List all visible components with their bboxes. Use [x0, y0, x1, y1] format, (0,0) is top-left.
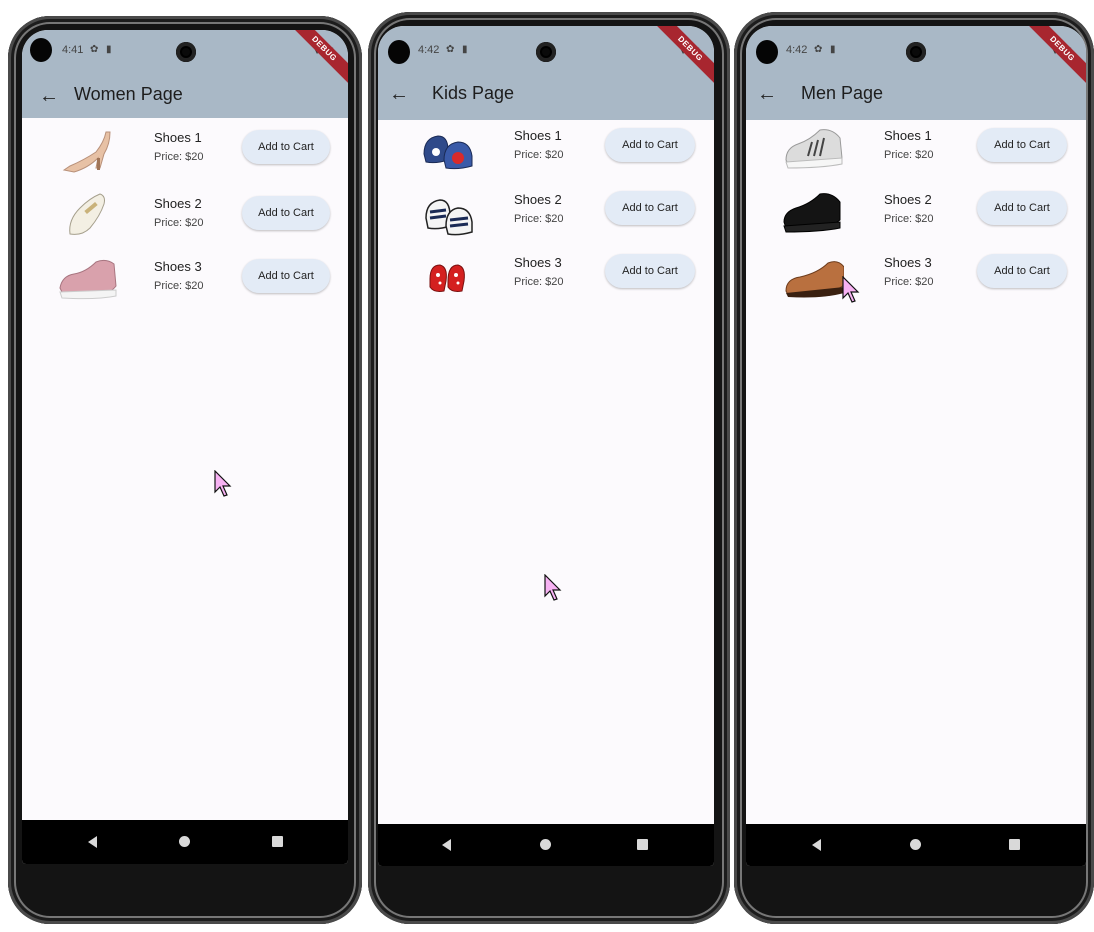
list-item: Shoes 1 Price: $20 Add to Cart — [22, 126, 348, 186]
heel-shoe-icon — [62, 131, 111, 173]
back-arrow-icon[interactable]: ← — [36, 84, 62, 108]
nav-recents-icon[interactable] — [1009, 839, 1020, 850]
list-item: Shoes 1 Price: $20 Add to Cart — [378, 124, 714, 184]
front-camera-hole — [30, 38, 52, 62]
list-item: Shoes 2 Price: $20 Add to Cart — [22, 190, 348, 250]
product-price: Price: $20 — [884, 149, 934, 161]
product-name: Shoes 2 — [884, 192, 932, 207]
add-to-cart-button[interactable]: Add to Cart — [605, 128, 695, 162]
status-bar: 4:41 ✿ ▮ ▼ ▮ DEBUG — [22, 30, 348, 90]
camera-icon — [536, 42, 556, 62]
nav-recents-icon[interactable] — [637, 839, 648, 850]
nav-recents-icon[interactable] — [272, 836, 283, 847]
list-item: Shoes 3 Price: $20 Add to Cart — [378, 251, 714, 311]
product-price: Price: $20 — [514, 149, 564, 161]
product-name: Shoes 3 — [884, 255, 932, 270]
add-to-cart-button[interactable]: Add to Cart — [605, 254, 695, 288]
phone-women: 4:41 ✿ ▮ ▼ ▮ DEBUG ← Women Page Shoes 1 … — [8, 16, 362, 924]
system-nav-bar — [378, 824, 714, 866]
status-time: 4:41 — [62, 44, 84, 56]
red-baby-shoe-icon — [429, 264, 465, 292]
nav-back-icon[interactable] — [812, 839, 821, 851]
list-item: Shoes 3 Price: $20 Add to Cart — [22, 254, 348, 314]
status-time: 4:42 — [786, 44, 808, 56]
add-to-cart-button[interactable]: Add to Cart — [977, 191, 1067, 225]
baby-shoe-icon — [423, 135, 473, 170]
list-item: Shoes 2 Price: $20 Add to Cart — [378, 188, 714, 248]
list-item: Shoes 3 Price: $20 Add to Cart — [746, 251, 1086, 311]
app-bar: 4:41 ✿ ▮ ▼ ▮ DEBUG ← Women Page — [22, 30, 348, 118]
product-price: Price: $20 — [884, 213, 934, 225]
product-price: Price: $20 — [154, 280, 204, 292]
product-name: Shoes 1 — [884, 128, 932, 143]
grey-sneaker-icon — [785, 129, 843, 169]
product-name: Shoes 2 — [514, 192, 562, 207]
baby-sneaker-icon — [425, 199, 473, 236]
status-bar: 4:42 ✿ ▮ ▼ ▮ DEBUG — [378, 26, 714, 90]
add-to-cart-button[interactable]: Add to Cart — [242, 196, 330, 230]
product-name: Shoes 1 — [154, 130, 202, 145]
system-nav-bar — [746, 824, 1086, 866]
add-to-cart-button[interactable]: Add to Cart — [977, 254, 1067, 288]
status-time: 4:42 — [418, 44, 440, 56]
back-arrow-icon[interactable]: ← — [386, 82, 412, 106]
front-camera-hole — [388, 40, 410, 64]
page-title: Women Page — [74, 84, 183, 104]
list-item: Shoes 1 Price: $20 Add to Cart — [746, 124, 1086, 184]
debug-banner: DEBUG — [283, 30, 348, 90]
front-camera-hole — [756, 40, 778, 64]
brown-formal-shoe-icon — [785, 261, 844, 298]
mouse-cursor-icon — [842, 276, 860, 303]
debug-banner: DEBUG — [1021, 26, 1086, 90]
product-name: Shoes 3 — [154, 259, 202, 274]
add-to-cart-button[interactable]: Add to Cart — [977, 128, 1067, 162]
list-item: Shoes 2 Price: $20 Add to Cart — [746, 188, 1086, 248]
add-to-cart-button[interactable]: Add to Cart — [242, 130, 330, 164]
sim-status-icon: ▮ — [830, 44, 836, 55]
nav-back-icon[interactable] — [88, 836, 97, 848]
back-arrow-icon[interactable]: ← — [754, 82, 780, 106]
product-price: Price: $20 — [514, 276, 564, 288]
nav-back-icon[interactable] — [442, 839, 451, 851]
settings-status-icon: ✿ — [90, 44, 99, 55]
page-title: Men Page — [801, 83, 884, 103]
add-to-cart-button[interactable]: Add to Cart — [605, 191, 695, 225]
product-name: Shoes 1 — [514, 128, 562, 143]
camera-icon — [906, 42, 926, 62]
phone-men: 4:42 ✿ ▮ ▼ ▮ DEBUG ← Men Page Shoes 1 Pr… — [734, 12, 1094, 924]
black-sneaker-icon — [783, 193, 841, 233]
screen: 4:41 ✿ ▮ ▼ ▮ DEBUG ← Women Page Shoes 1 … — [22, 30, 348, 864]
page-title: Kids Page — [432, 83, 515, 103]
mouse-cursor-icon — [214, 470, 232, 497]
app-bar: 4:42 ✿ ▮ ▼ ▮ DEBUG ← Men Page — [746, 26, 1086, 120]
screen: 4:42 ✿ ▮ ▼ ▮ DEBUG ← Kids Page Shoes 1 — [378, 26, 714, 866]
pink-sneaker-icon — [59, 259, 117, 300]
mouse-cursor-icon — [544, 574, 562, 601]
add-to-cart-button[interactable]: Add to Cart — [242, 259, 330, 293]
sim-status-icon: ▮ — [106, 44, 112, 55]
status-bar: 4:42 ✿ ▮ ▼ ▮ DEBUG — [746, 26, 1086, 90]
app-bar: 4:42 ✿ ▮ ▼ ▮ DEBUG ← Kids Page — [378, 26, 714, 120]
product-price: Price: $20 — [514, 213, 564, 225]
product-price: Price: $20 — [154, 151, 204, 163]
system-nav-bar — [22, 820, 348, 864]
settings-status-icon: ✿ — [446, 44, 455, 55]
product-name: Shoes 2 — [154, 196, 202, 211]
nav-home-icon[interactable] — [179, 836, 190, 847]
product-price: Price: $20 — [154, 217, 204, 229]
sim-status-icon: ▮ — [462, 44, 468, 55]
camera-icon — [176, 42, 196, 62]
product-name: Shoes 3 — [514, 255, 562, 270]
debug-banner: DEBUG — [649, 26, 714, 90]
product-price: Price: $20 — [884, 276, 934, 288]
phone-kids: 4:42 ✿ ▮ ▼ ▮ DEBUG ← Kids Page Shoes 1 — [368, 12, 730, 924]
nav-home-icon[interactable] — [910, 839, 921, 850]
screen: 4:42 ✿ ▮ ▼ ▮ DEBUG ← Men Page Shoes 1 Pr… — [746, 26, 1086, 866]
settings-status-icon: ✿ — [814, 44, 823, 55]
loafer-shoe-icon — [69, 193, 105, 235]
nav-home-icon[interactable] — [540, 839, 551, 850]
